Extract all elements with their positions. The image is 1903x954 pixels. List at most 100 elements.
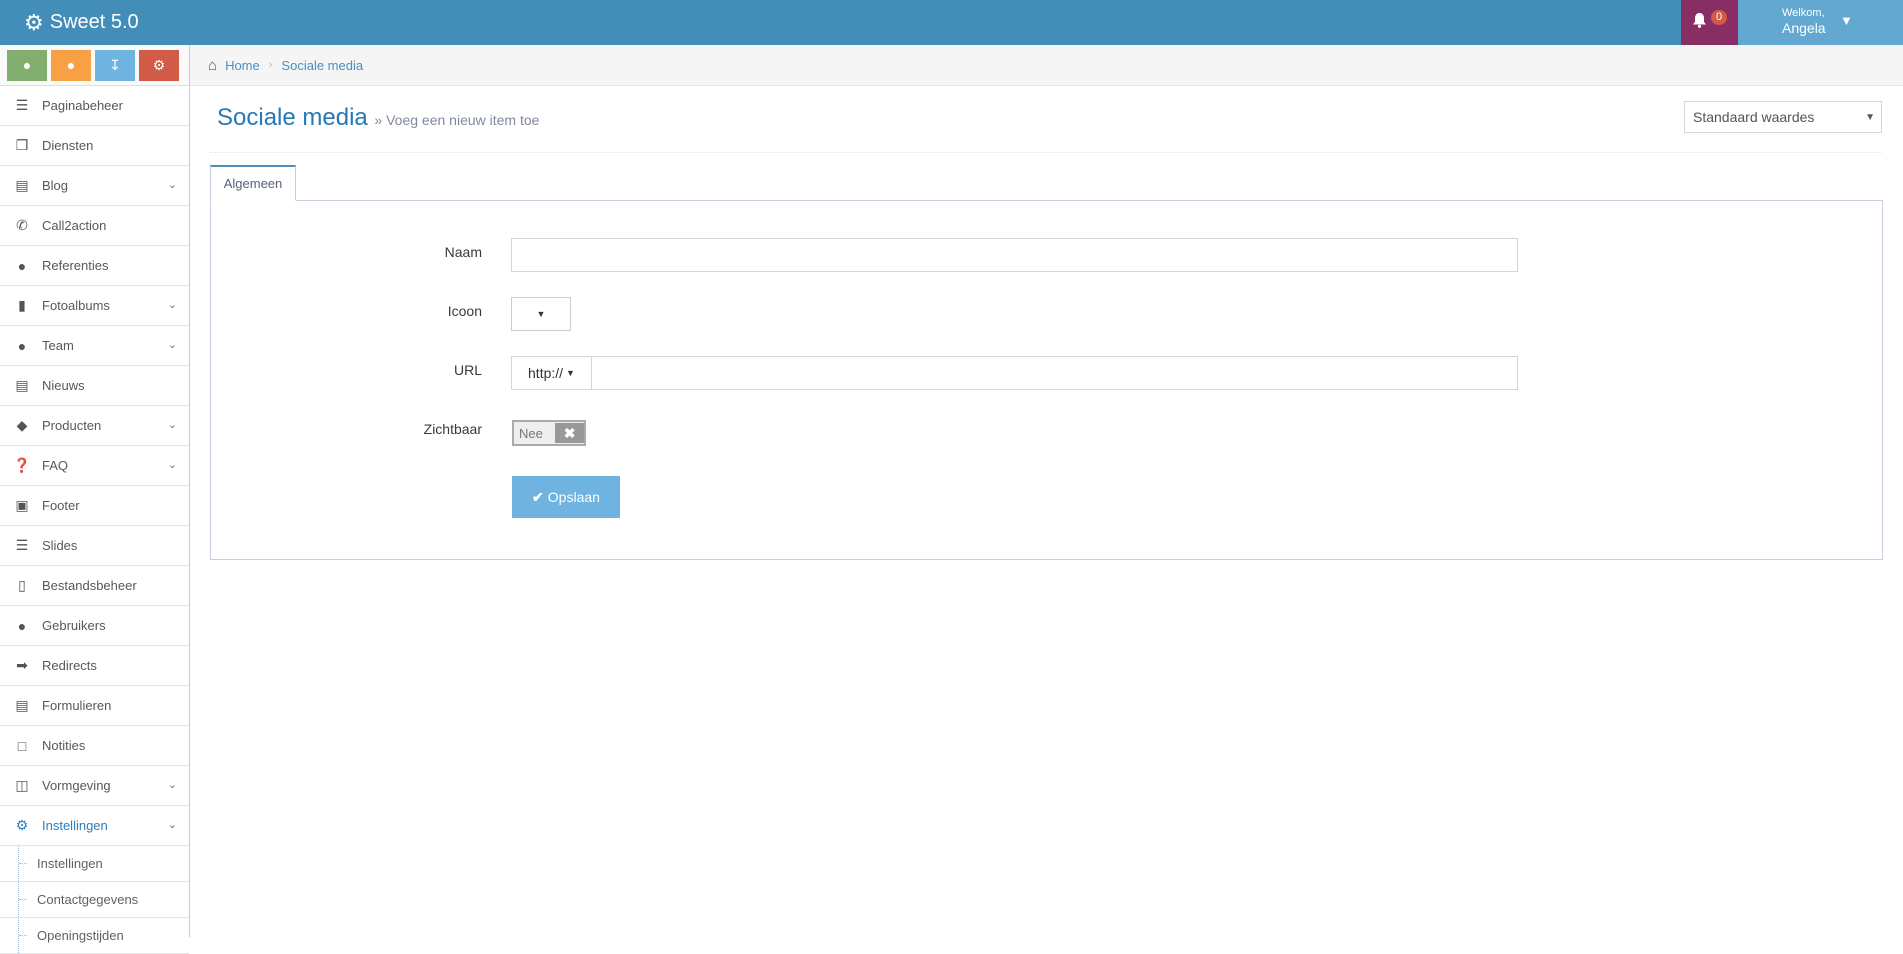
sidebar-item-team[interactable]: ● Team ⌄ (0, 326, 189, 366)
zichtbaar-toggle[interactable]: Nee ✖ (512, 420, 586, 446)
defaults-select[interactable]: Standaard waardes ▼ (1684, 101, 1882, 133)
page-title: Sociale media » Voeg een nieuw item toe (217, 104, 539, 132)
sidebar-subitem-label: Openingstijden (37, 928, 124, 943)
shortcut-settings-button[interactable]: ⚙ (139, 49, 179, 81)
sidebar-item-label: Nieuws (42, 378, 85, 393)
caret-down-icon: ▼ (536, 309, 546, 319)
sidebar-subitem-openingstijden[interactable]: Openingstijden (0, 918, 189, 954)
window-icon: ▣ (15, 497, 29, 513)
tags-icon: ◆ (16, 417, 28, 433)
url-input[interactable] (592, 357, 1517, 389)
sidebar-item-vormgeving[interactable]: ◫ Vormgeving ⌄ (0, 766, 189, 806)
question-circle-icon: ❓ (13, 457, 31, 473)
home-icon: ⌂ (208, 56, 218, 74)
sidebar-shortcuts: ● ● ↧ ⚙ (0, 45, 189, 86)
sidebar-item-label: Call2action (42, 218, 107, 233)
save-button-label: Opslaan (547, 489, 600, 505)
gear-icon: ⚙ (15, 817, 29, 833)
sidebar-item-label: Referenties (42, 258, 109, 273)
sidebar-nav: ☰ Paginabeheer ❒ Diensten ▤ Blog ⌄ ✆ Call2act… (0, 86, 189, 954)
sidebar-item-faq[interactable]: ❓ FAQ ⌄ (0, 446, 189, 486)
user-icon: ● (17, 617, 27, 634)
sidebar-item-referenties[interactable]: ● Referenties (0, 246, 189, 286)
sidebar-item-label: Notities (42, 738, 86, 753)
sidebar-item-label: Producten (42, 418, 102, 433)
url-protocol-value: http:// (528, 365, 564, 381)
shortcut-user-button[interactable]: ● (51, 49, 91, 81)
icon-picker-dropdown[interactable]: ▼ (511, 297, 571, 331)
sidebar-item-slides[interactable]: ☰ Slides (0, 526, 189, 566)
sidebar-item-label: Diensten (42, 138, 94, 153)
sidebar-item-label: Team (42, 338, 74, 353)
sidebar-item-fotoalbums[interactable]: ▮ Fotoalbums ⌄ (0, 286, 189, 326)
sidebar: ● ● ↧ ⚙ ☰ Paginabeheer ❒ Diensten ▤ Blog ⌄ ✆… (0, 45, 190, 954)
sidebar-item-bestandsbeheer[interactable]: ▯ Bestandsbeheer (0, 566, 189, 606)
sidebar-item-label: Instellingen (42, 818, 108, 833)
breadcrumb-separator-icon: › (268, 59, 273, 71)
sidebar-item-redirects[interactable]: ➡ Redirects (0, 646, 189, 686)
chevron-down-icon: ⌄ (167, 459, 177, 471)
sidebar-subitem-contactgegevens[interactable]: Contactgegevens (0, 882, 189, 918)
double-angle-right-icon: » (374, 112, 383, 128)
page-header: Sociale media » Voeg een nieuw item toe … (210, 94, 1882, 153)
form-icon: ▤ (15, 697, 29, 713)
sidebar-item-paginabeheer[interactable]: ☰ Paginabeheer (0, 86, 189, 126)
url-protocol-dropdown[interactable]: http:// ▼ (512, 357, 592, 389)
app-title: Sweet 5.0 (49, 11, 139, 33)
sidebar-item-notities[interactable]: □ Notities (0, 726, 189, 766)
sidebar-item-label: Blog (42, 178, 69, 193)
user-icon: ● (66, 57, 76, 73)
sidebar-item-label: Paginabeheer (42, 98, 123, 113)
chevron-down-icon: ⌄ (167, 419, 177, 431)
sidebar-item-footer[interactable]: ▣ Footer (0, 486, 189, 526)
save-button[interactable]: ✔ Opslaan (512, 476, 620, 518)
breadcrumb-current-link[interactable]: Sociale media (281, 58, 363, 73)
sidebar-item-label: Footer (42, 498, 80, 513)
users-icon: ● (17, 337, 27, 354)
caret-down-icon: ▼ (566, 368, 575, 378)
chevron-down-icon: ⌄ (167, 179, 177, 191)
arrow-circle-right-icon: ➡ (16, 657, 28, 673)
bell-icon (1692, 12, 1707, 33)
welcome-text: Welkom, (1782, 7, 1825, 19)
sidebar-item-diensten[interactable]: ❒ Diensten (0, 126, 189, 166)
zichtbaar-label: Zichtbaar (423, 421, 482, 437)
sidebar-item-blog[interactable]: ▤ Blog ⌄ (0, 166, 189, 206)
sidebar-item-label: Redirects (42, 658, 97, 673)
url-input-group: http:// ▼ (511, 356, 1518, 390)
cogs-icon: ⚙ (24, 9, 44, 35)
newspaper-icon: ▤ (15, 377, 29, 393)
map-marker-icon: ● (22, 57, 32, 73)
check-icon: ✔ (532, 488, 544, 505)
sidebar-item-label: Gebruikers (42, 618, 106, 633)
app-brand[interactable]: ⚙ Sweet 5.0 (24, 0, 139, 45)
cogs-icon: ⚙ (152, 56, 166, 73)
download-icon: ↧ (109, 56, 121, 73)
naam-input[interactable] (511, 238, 1518, 272)
sidebar-item-label: Bestandsbeheer (42, 578, 137, 593)
list-icon: ☰ (15, 97, 29, 113)
sidebar-item-gebruikers[interactable]: ● Gebruikers (0, 606, 189, 646)
phone-volume-icon: ✆ (16, 217, 28, 233)
tab-algemeen[interactable]: Algemeen (210, 165, 296, 201)
user-menu[interactable]: Welkom, Angela ▼ (1738, 0, 1903, 45)
shortcut-download-button[interactable]: ↧ (95, 49, 135, 81)
notifications-button[interactable]: 0 (1681, 0, 1738, 45)
breadcrumb-home-link[interactable]: Home (225, 58, 260, 73)
cubes-icon: ❒ (15, 137, 29, 153)
sidebar-item-formulieren[interactable]: ▤ Formulieren (0, 686, 189, 726)
sidebar-item-producten[interactable]: ◆ Producten ⌄ (0, 406, 189, 446)
chevron-down-icon: ⌄ (167, 339, 177, 351)
comments-icon: ● (17, 257, 27, 274)
close-icon: ✖ (555, 423, 584, 443)
page-subtitle-text: Voeg een nieuw item toe (386, 112, 540, 128)
book-icon: ▮ (18, 297, 26, 313)
sidebar-item-label: Formulieren (42, 698, 112, 713)
sidebar-item-nieuws[interactable]: ▤ Nieuws (0, 366, 189, 406)
shortcut-location-button[interactable]: ● (7, 49, 47, 81)
notifications-count-badge: 0 (1710, 10, 1728, 25)
sidebar-subitem-instellingen[interactable]: Instellingen (0, 846, 189, 882)
sidebar-item-call2action[interactable]: ✆ Call2action (0, 206, 189, 246)
sidebar-item-instellingen[interactable]: ⚙ Instellingen ⌄ (0, 806, 189, 846)
sliders-icon: ☰ (15, 537, 29, 553)
